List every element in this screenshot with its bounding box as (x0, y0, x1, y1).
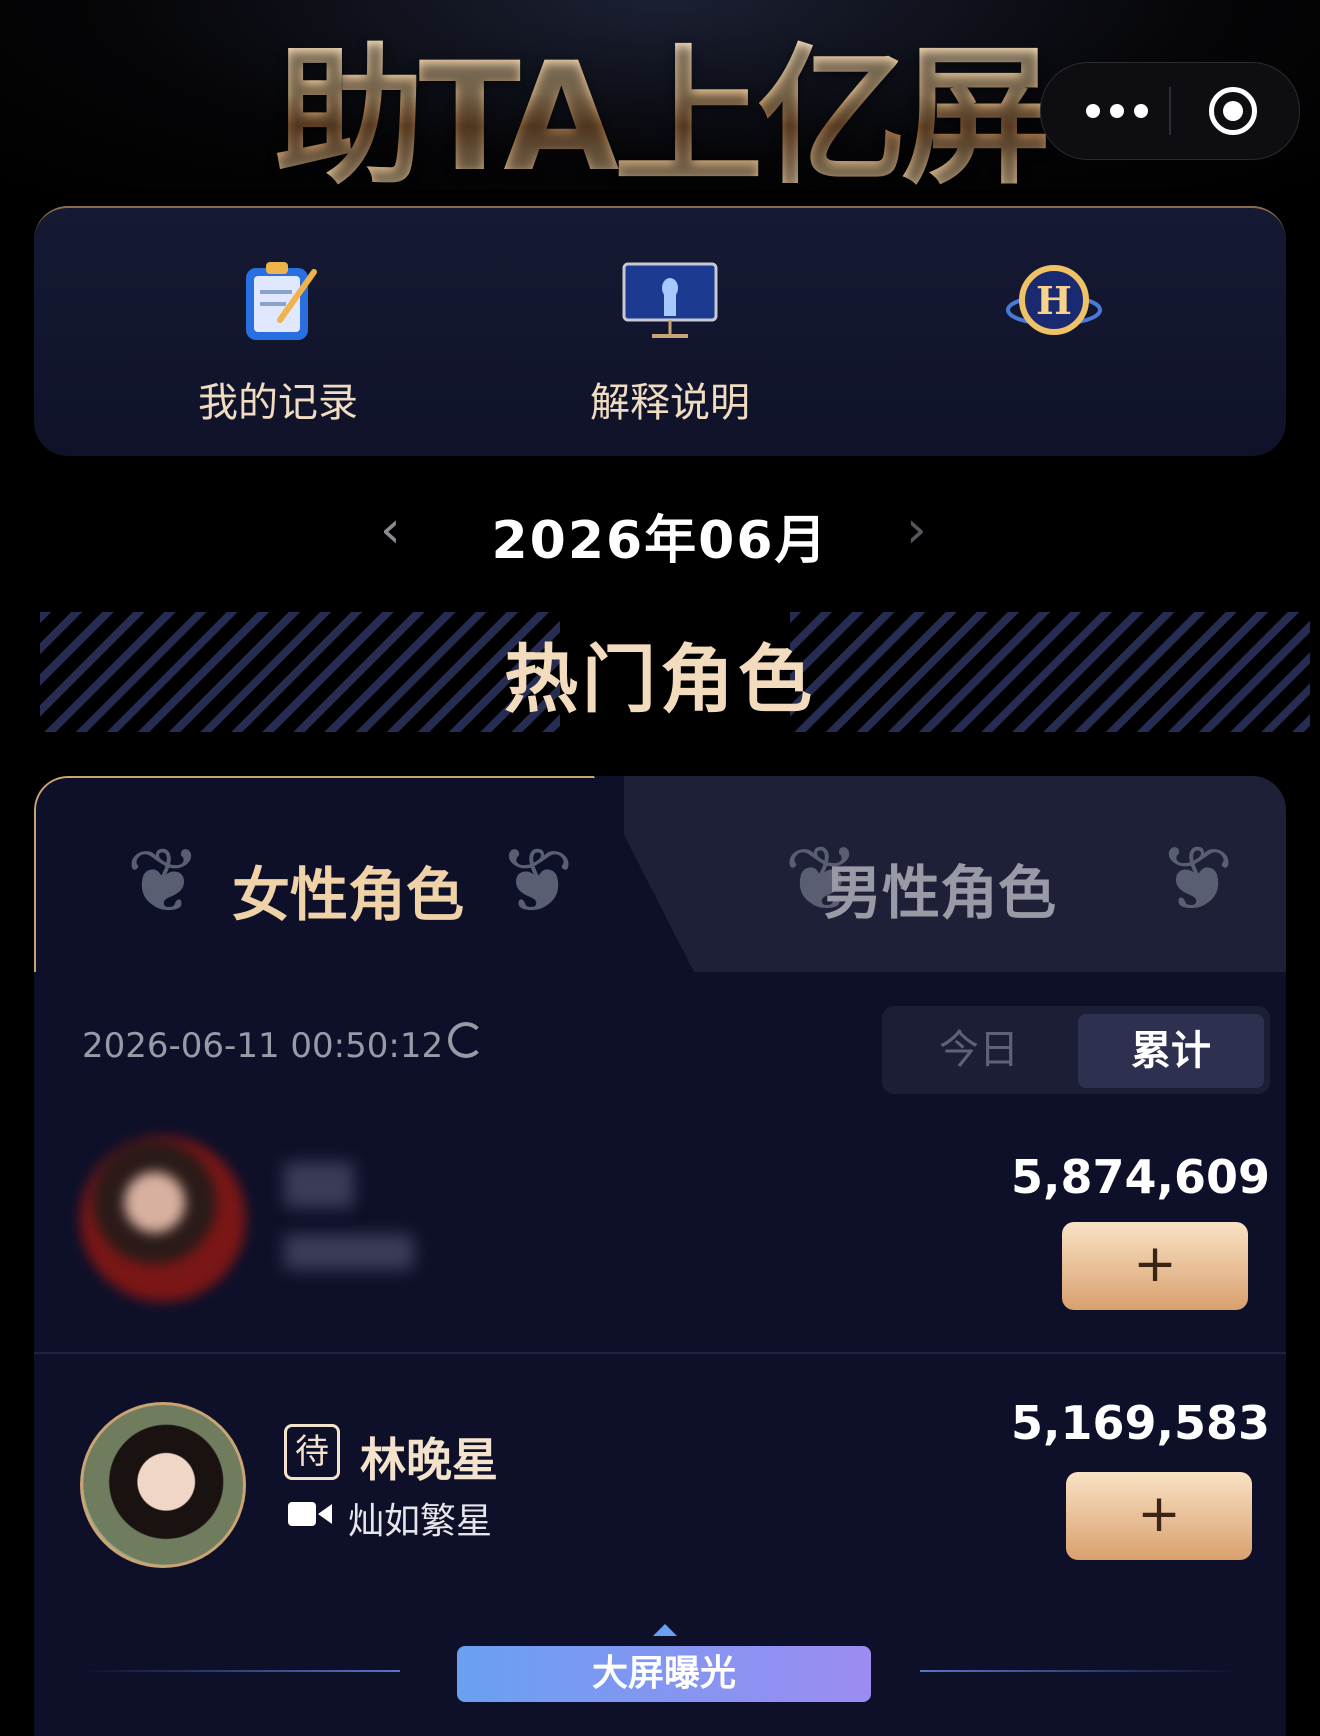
big-screen-exposure-button[interactable]: 大屏曝光 (457, 1646, 871, 1702)
refresh-icon[interactable] (448, 1022, 484, 1058)
role-name: 林晚星 (360, 1433, 498, 1487)
footer-line-right (920, 1670, 1240, 1672)
clipboard-icon (246, 262, 317, 340)
add-vote-button[interactable]: + (1062, 1222, 1248, 1310)
h-badge-icon: H (1006, 265, 1102, 335)
laurel-left-icon: ❦ (126, 829, 202, 934)
ranking-panel: ❦ 男性角色 ❦ ❦ 女性角色 ❦ 2026-06-11 00:50:12 今日… (34, 776, 1286, 1736)
next-month-icon[interactable]: › (906, 500, 927, 560)
tab-male-label: 男性角色 (824, 859, 1057, 927)
laurel-right-icon: ❦ (498, 829, 574, 934)
my-records-label: 我的记录 (198, 380, 358, 426)
tab-female-label: 女性角色 (232, 861, 465, 929)
explanation-label: 解释说明 (590, 380, 750, 426)
tab-female[interactable]: ❦ 女性角色 ❦ (34, 776, 694, 972)
section-title: 热门角色 (504, 637, 816, 723)
monitor-icon (622, 262, 718, 338)
month-label: 2026年06月 (491, 511, 829, 571)
close-icon[interactable] (1209, 87, 1257, 135)
work-title: 灿如繁星 (348, 1501, 493, 1542)
toggle-total[interactable]: 累计 (1078, 1014, 1264, 1088)
mini-program-capsule (1040, 62, 1300, 160)
capsule-divider (1169, 87, 1171, 135)
pending-badge: 待 (284, 1424, 340, 1480)
toggle-today[interactable]: 今日 (882, 1006, 1076, 1094)
tab-male[interactable]: ❦ 男性角色 ❦ (624, 776, 1286, 972)
quick-menu: 我的记录 解释说明 H (34, 206, 1286, 456)
role-name (284, 1162, 354, 1208)
avatar[interactable] (80, 1136, 246, 1302)
svg-text:H: H (1036, 278, 1072, 323)
vote-count: 5,169,583 (1011, 1396, 1270, 1450)
period-toggle: 今日 累计 (882, 1006, 1270, 1094)
my-records-button[interactable]: 我的记录 (128, 208, 428, 456)
avatar[interactable] (80, 1402, 246, 1568)
update-timestamp: 2026-06-11 00:50:12 (82, 1026, 444, 1066)
list-item: 待 林晚星 灿如繁星 5,169,583 + (34, 1352, 1286, 1612)
explanation-button[interactable]: 解释说明 (520, 208, 820, 456)
footer-line-left (80, 1670, 400, 1672)
add-vote-button[interactable]: + (1066, 1472, 1252, 1560)
row-divider (34, 1352, 1286, 1354)
video-icon (288, 1502, 332, 1526)
laurel-right-icon: ❦ (1158, 827, 1234, 932)
caret-up-icon (653, 1624, 677, 1636)
h-badge-button[interactable]: H (904, 208, 1204, 456)
list-item: 5,874,609 + (34, 1106, 1286, 1366)
vote-count: 5,874,609 (1011, 1150, 1270, 1204)
work-title (284, 1234, 414, 1270)
more-icon[interactable] (1077, 93, 1157, 129)
